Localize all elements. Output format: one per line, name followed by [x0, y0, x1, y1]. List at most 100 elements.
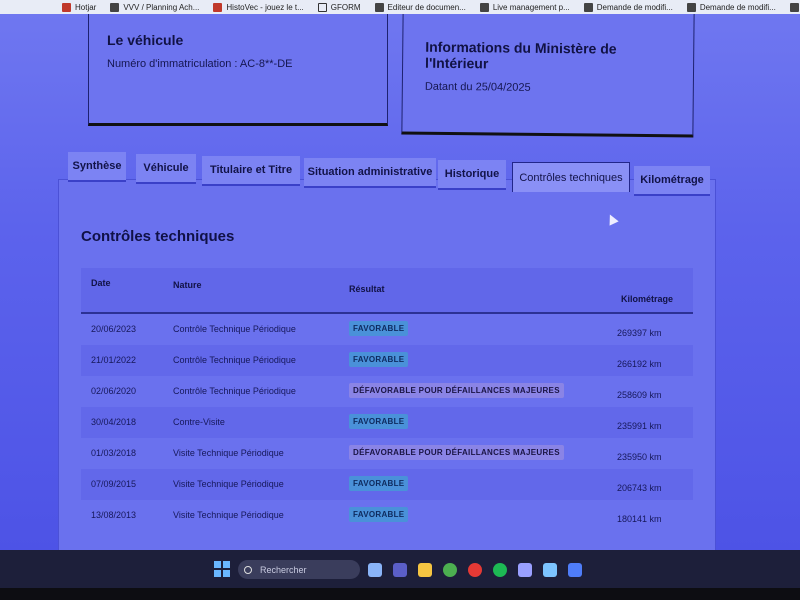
row-date: 01/03/2018 — [91, 448, 137, 458]
tab-3[interactable]: Situation administrative — [304, 158, 436, 188]
table-row: 20/06/2023 Contrôle Technique Périodique F… — [81, 314, 693, 345]
technical-controls-table: Date Nature Résultat Kilométrage 20/06/2… — [81, 268, 693, 531]
row-km: 266192 km — [617, 359, 662, 369]
tab-bar: Synthèse Véhicule Titulaire et Titre Situat… — [68, 152, 728, 196]
tab-5[interactable]: Contrôles techniques — [512, 162, 630, 192]
table-row: 02/06/2020 Contrôle Technique Périodique D… — [81, 376, 693, 407]
bookmark-label: Demande de modifi... — [596, 2, 673, 12]
table-row: 01/03/2018 Visite Technique Périodique DÉF… — [81, 438, 693, 469]
row-nature: Visite Technique Périodique — [173, 448, 284, 458]
status-badge: DÉFAVORABLE POUR DÉFAILLANCES MAJEURES — [349, 383, 564, 398]
bookmark-item[interactable]: HistoVec - jouez le t... — [213, 2, 304, 12]
status-badge: FAVORABLE — [349, 321, 409, 336]
folder-icon — [317, 2, 327, 12]
spotify-icon[interactable] — [493, 563, 507, 577]
row-km: 269397 km — [617, 328, 662, 338]
files-icon[interactable] — [368, 563, 382, 577]
tab-6[interactable]: Kilométrage — [634, 166, 710, 196]
vehicle-card-title: Le véhicule — [107, 32, 184, 48]
bookmark-item[interactable]: Demande de modifi... — [686, 2, 776, 12]
chrome-icon[interactable] — [443, 563, 457, 577]
taskbar: Rechercher — [0, 550, 800, 590]
plate-number: Numéro d'immatriculation : AC-8**-DE — [107, 58, 293, 70]
bookmark-item[interactable]: Editeur de documen... — [374, 2, 466, 12]
bookmark-icon — [374, 2, 384, 12]
vehicle-card: Le véhicule Numéro d'immatriculation : A… — [88, 14, 388, 126]
row-km: 258609 km — [617, 390, 662, 400]
table-row: 13/08/2013 Visite Technique Périodique FAV… — [81, 500, 693, 531]
row-date: 30/04/2018 — [91, 417, 137, 427]
taskbar-search[interactable]: Rechercher — [238, 560, 360, 579]
page-viewport: Le véhicule Numéro d'immatriculation : A… — [0, 14, 800, 550]
tab-panel: Contrôles techniques Date Nature Résulta… — [58, 179, 716, 550]
bookmark-icon — [213, 2, 223, 12]
bookmark-icon — [110, 2, 120, 12]
search-placeholder: Rechercher — [260, 564, 307, 575]
bookmark-icon — [62, 2, 71, 12]
bookmark-icon — [789, 2, 799, 12]
ministry-date: Datant du 25/04/2025 — [424, 80, 531, 94]
row-nature: Contrôle Technique Périodique — [173, 355, 296, 365]
status-badge: FAVORABLE — [349, 414, 409, 429]
row-date: 20/06/2023 — [91, 324, 137, 334]
row-km: 180141 km — [617, 514, 662, 524]
row-nature: Contrôle Technique Périodique — [173, 386, 296, 396]
row-date: 07/09/2015 — [91, 479, 137, 489]
bookmark-item[interactable]: Hotjar — [62, 2, 97, 12]
search-icon — [244, 565, 252, 574]
bookmark-icon — [583, 2, 593, 12]
bookmark-item[interactable]: Demande de modifi... — [583, 2, 673, 12]
photos-icon[interactable] — [543, 563, 557, 577]
bookmark-label: HistoVec - jouez le t... — [226, 2, 304, 12]
row-km: 235991 km — [617, 421, 662, 431]
table-row: 07/09/2015 Visite Technique Périodique FAV… — [81, 469, 693, 500]
monitor-bezel — [0, 588, 800, 600]
windows-start-button[interactable] — [214, 561, 230, 577]
header-km: Kilométrage — [621, 294, 674, 304]
row-nature: Contrôle Technique Périodique — [173, 324, 296, 334]
bookmark-label: VVV / Planning Ach... — [123, 2, 200, 12]
header-nature: Nature — [173, 280, 202, 290]
ministry-card: Informations du Ministère de l'Intérieur… — [401, 14, 695, 138]
bookmark-label: Live management p... — [492, 2, 570, 12]
row-km: 235950 km — [617, 452, 662, 462]
mail-icon[interactable] — [518, 563, 532, 577]
section-title: Contrôles techniques — [81, 228, 235, 245]
row-nature: Visite Technique Périodique — [173, 510, 284, 520]
tab-2[interactable]: Titulaire et Titre — [202, 156, 300, 186]
teams-icon[interactable] — [393, 563, 407, 577]
bookmark-label: Hotjar — [75, 2, 97, 12]
status-badge: FAVORABLE — [349, 352, 409, 367]
bookmark-label: Editeur de documen... — [387, 2, 466, 12]
tab-1[interactable]: Véhicule — [136, 154, 196, 184]
bookmark-item[interactable]: GFORM — [317, 2, 361, 12]
row-date: 13/08/2013 — [91, 510, 137, 520]
row-nature: Contre-Visite — [173, 417, 225, 427]
bookmark-item[interactable]: VVV / Planning Ach... — [110, 2, 200, 12]
tab-4[interactable]: Historique — [438, 160, 506, 190]
row-nature: Visite Technique Périodique — [173, 479, 284, 489]
folder-icon[interactable] — [418, 563, 432, 577]
opera-icon[interactable] — [468, 563, 482, 577]
row-km: 206743 km — [617, 483, 662, 493]
tab-0[interactable]: Synthèse — [68, 152, 126, 182]
browser-icon[interactable] — [568, 563, 582, 577]
row-date: 02/06/2020 — [91, 386, 137, 396]
table-header: Date Nature Résultat Kilométrage — [81, 268, 693, 314]
table-row: 21/01/2022 Contrôle Technique Périodique F… — [81, 345, 693, 376]
bookmark-label: GFORM — [330, 2, 361, 12]
header-date: Date — [91, 278, 111, 288]
ministry-card-title: Informations du Ministère de l'Intérieur — [425, 38, 617, 72]
row-date: 21/01/2022 — [91, 355, 137, 365]
bookmarks-bar: Hotjar VVV / Planning Ach... HistoVec - jo… — [0, 0, 800, 14]
header-result: Résultat — [349, 284, 385, 294]
table-row: 30/04/2018 Contre-Visite FAVORABLE 235991 k… — [81, 407, 693, 438]
bookmark-icon — [686, 2, 696, 12]
bookmark-item[interactable]: L'actualité du my... — [789, 2, 800, 12]
bookmark-item[interactable]: Live management p... — [479, 2, 570, 12]
status-badge: FAVORABLE — [349, 507, 409, 522]
bookmark-label: Demande de modifi... — [699, 2, 776, 12]
status-badge: FAVORABLE — [349, 476, 409, 491]
bookmark-icon — [479, 2, 489, 12]
table-body: 20/06/2023 Contrôle Technique Périodique F… — [81, 314, 693, 531]
